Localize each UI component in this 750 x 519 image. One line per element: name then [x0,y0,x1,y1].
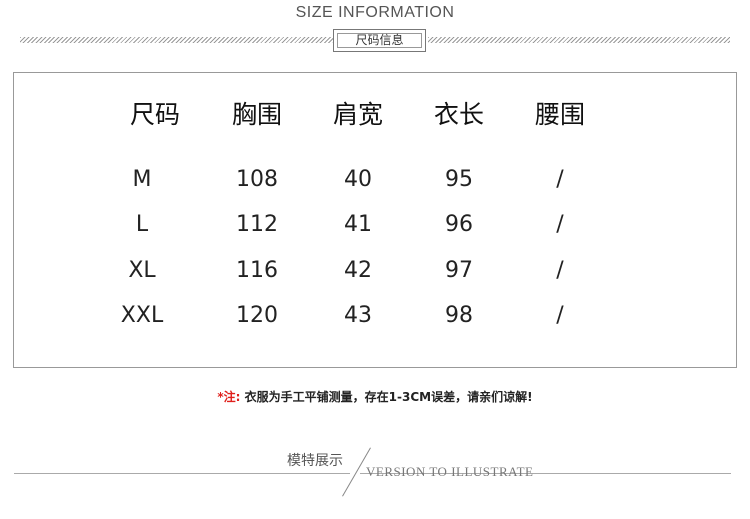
column-header-shoulder: 肩宽 [332,100,383,129]
table-cell: 98 [445,303,473,328]
subtitle-tag: 尺码信息 [333,29,426,52]
column-header-length: 衣长 [433,100,484,129]
table-cell: M [132,167,152,192]
section-title: SIZE INFORMATION [295,4,455,21]
table-cell: / [556,258,564,283]
table-cell: 97 [445,258,473,283]
table-cell: 120 [236,303,278,328]
note-text: 衣服为手工平铺测量，存在1-3CM误差，请亲们谅解! [244,390,533,404]
column-header-size: 尺码 [129,100,180,129]
subtitle-label: 尺码信息 [337,33,422,48]
column-header-waist: 腰围 [534,100,585,129]
footer-title-en: VERSION TO ILLUSTRATE [366,464,534,479]
measurement-note: *注: 衣服为手工平铺测量，存在1-3CM误差，请亲们谅解! [0,388,750,406]
table-cell: 40 [344,167,372,192]
column-header-chest: 胸围 [231,100,282,129]
table-cell: L [135,212,149,237]
header-hatch-left [20,37,333,43]
header-hatch-right [428,37,730,43]
table-cell: 95 [445,167,473,192]
table-cell: 116 [236,258,278,283]
footer-divider-left [14,473,350,474]
footer-title-cn: 模特展示 [287,453,343,469]
table-cell: 112 [236,212,278,237]
note-prefix: *注: [217,390,241,404]
table-cell: / [556,212,564,237]
table-cell: 42 [344,258,372,283]
table-cell: 41 [344,212,372,237]
table-cell: 96 [445,212,473,237]
table-cell: XXL [120,303,164,328]
table-cell: 43 [344,303,372,328]
size-table: 尺码 胸围 肩宽 衣长 腰围 M 108 40 95 / L 112 41 96… [13,72,737,368]
table-cell: XL [128,258,156,283]
table-cell: / [556,303,564,328]
table-cell: 108 [236,167,278,192]
table-cell: / [556,167,564,192]
